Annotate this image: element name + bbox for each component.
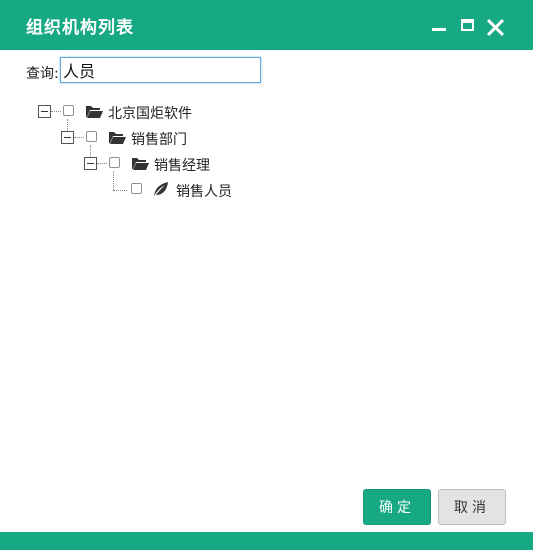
node-label[interactable]: 北京国炬软件 (108, 103, 192, 123)
leaf-icon (152, 181, 169, 198)
cancel-button[interactable]: 取消 (438, 489, 506, 525)
bottom-bar (0, 532, 533, 550)
search-label: 查询: (26, 66, 59, 82)
close-icon[interactable] (486, 18, 504, 36)
title-bar: 组织机构列表 (0, 0, 533, 50)
node-label[interactable]: 销售部门 (131, 129, 187, 149)
tree-connector (97, 163, 107, 164)
maximize-icon[interactable] (460, 17, 474, 31)
folder-open-icon (131, 156, 150, 171)
node-label[interactable]: 销售经理 (154, 155, 210, 175)
collapse-icon[interactable] (61, 131, 74, 144)
node-label[interactable]: 销售人员 (176, 181, 232, 201)
collapse-icon[interactable] (38, 105, 51, 118)
tree-connector (113, 190, 127, 191)
folder-open-icon (85, 104, 104, 119)
tree-connector (113, 171, 114, 190)
node-checkbox[interactable] (109, 157, 120, 168)
search-input[interactable] (60, 57, 261, 83)
confirm-button[interactable]: 确定 (363, 489, 431, 525)
tree-connector (74, 137, 84, 138)
node-checkbox[interactable] (86, 131, 97, 142)
window-title: 组织机构列表 (26, 18, 134, 38)
node-checkbox[interactable] (131, 183, 142, 194)
node-checkbox[interactable] (63, 105, 74, 116)
tree-connector (51, 111, 61, 112)
collapse-icon[interactable] (84, 157, 97, 170)
minimize-icon[interactable] (432, 18, 448, 34)
folder-open-icon (108, 130, 127, 145)
